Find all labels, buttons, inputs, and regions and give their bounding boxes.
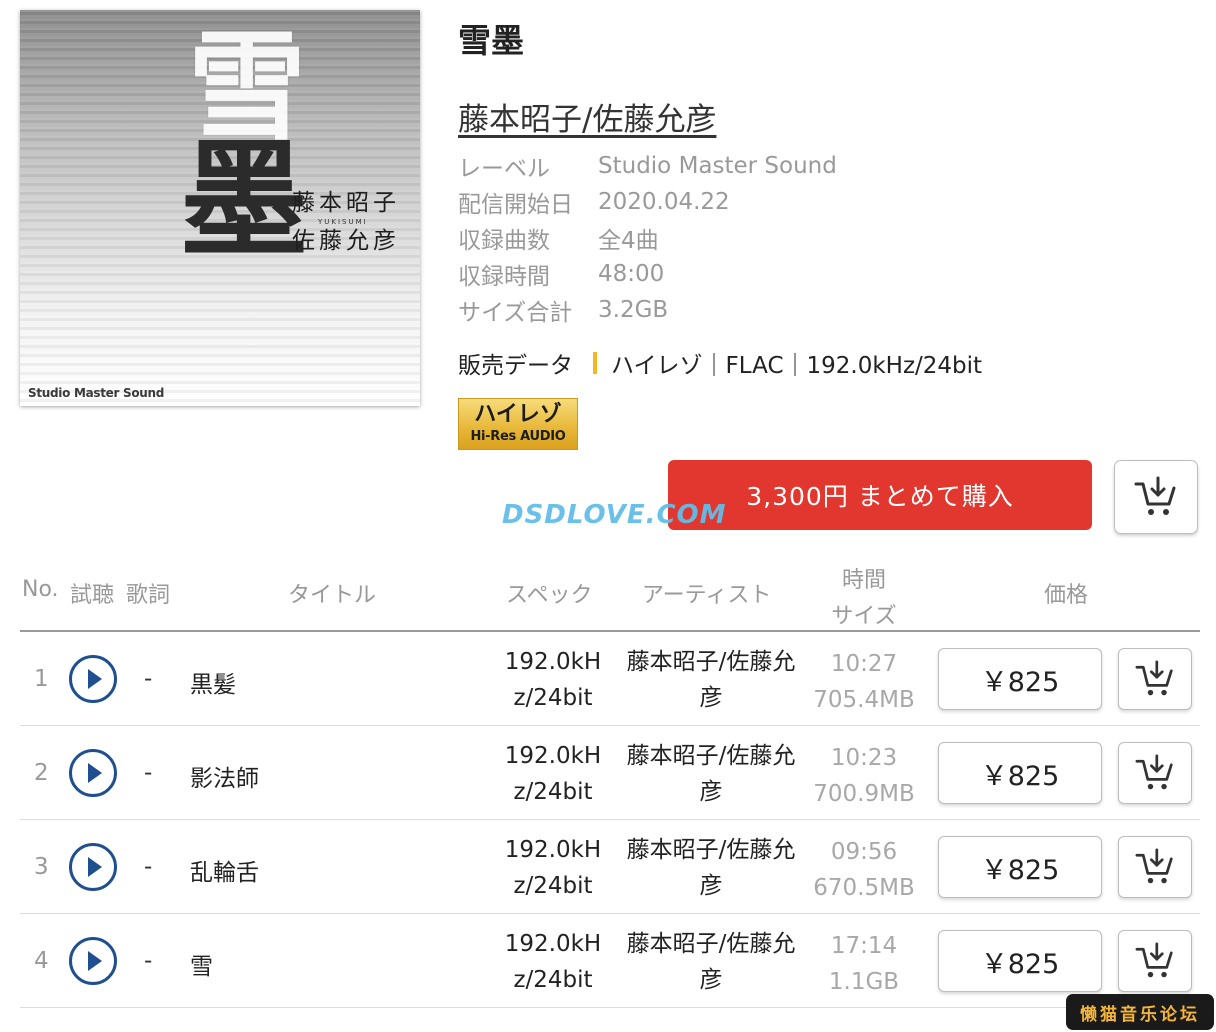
cart-download-icon [1134,476,1176,515]
track-table-header: No. 試聴 歌詞 タイトル スペック アーティスト 時間 サイズ 価格 [20,560,1200,632]
track-title: 影法師 [190,766,259,792]
sale-data-value: ハイレゾ｜FLAC｜192.0kHz/24bit [611,353,983,379]
header-size: サイズ [831,604,897,629]
track-spec: 192.0kHz/24bit [504,931,602,993]
track-cart-button[interactable] [1118,836,1192,898]
meta-key: 収録時間 [458,264,550,290]
watermark: DSDLOVE.COM [502,500,727,530]
track-number: 2 [34,760,49,786]
track-title: 雪 [190,954,213,980]
album-meta: レーベル Studio Master Sound 配信開始日 2020.04.2… [458,148,837,328]
track-lyrics: - [144,666,153,692]
play-circle-icon[interactable] [68,842,118,892]
play-circle-icon[interactable] [68,748,118,798]
meta-value: 48:00 [598,261,665,287]
track-number: 4 [34,948,49,974]
album-title: 雪墨 [458,21,524,60]
track-time: 10:23 [830,745,898,771]
track-spec: 192.0kHz/24bit [504,649,602,711]
track-time-size: 09:56 670.5MB [802,834,926,906]
meta-key: 配信開始日 [458,192,573,218]
track-time-size: 10:23 700.9MB [802,740,926,812]
header-lyrics: 歌詞 [126,583,171,608]
track-time: 10:27 [830,651,898,677]
track-artist: 藤本昭子/佐藤允彦 [626,649,796,711]
track-artist: 藤本昭子/佐藤允彦 [626,743,796,805]
meta-row-duration: 収録時間 48:00 [458,256,837,292]
sale-data: 販売データ ハイレゾ｜FLAC｜192.0kHz/24bit [458,346,982,380]
track-number: 1 [34,666,49,692]
cart-download-icon [1135,754,1173,790]
add-album-to-cart-button[interactable] [1114,460,1198,534]
meta-row-label: レーベル Studio Master Sound [458,148,837,184]
play-circle-icon[interactable] [68,654,118,704]
track-time-size: 10:27 705.4MB [802,646,926,718]
forum-watermark-badge: 懒猫音乐论坛 [1066,994,1214,1030]
cover-artist-2: 佐藤允彦 [292,228,400,254]
track-size: 670.5MB [813,875,915,901]
table-row: 1 - 黒髪 192.0kHz/24bit 藤本昭子/佐藤允彦 10:27 70… [20,632,1200,726]
track-cart-button[interactable] [1118,930,1192,992]
meta-row-total-size: サイズ合計 3.2GB [458,292,837,328]
track-price-button[interactable]: ￥825 [938,930,1102,992]
table-row: 2 - 影法師 192.0kHz/24bit 藤本昭子/佐藤允彦 10:23 7… [20,726,1200,820]
track-size: 1.1GB [828,969,900,995]
cart-download-icon [1135,942,1173,978]
play-circle-icon[interactable] [68,936,118,986]
sale-data-label: 販売データ [458,353,573,379]
buy-album-button[interactable]: 3,300円 まとめて購入 [668,460,1092,530]
meta-value: 3.2GB [598,297,669,323]
track-spec: 192.0kHz/24bit [504,743,602,805]
track-size: 705.4MB [813,687,915,713]
track-artist: 藤本昭子/佐藤允彦 [626,931,796,993]
cover-artist-1: 藤本昭子 [292,190,400,216]
table-row: 4 - 雪 192.0kHz/24bit 藤本昭子/佐藤允彦 17:14 1.1… [20,914,1200,1008]
meta-key: サイズ合計 [458,300,573,326]
track-price-button[interactable]: ￥825 [938,742,1102,804]
meta-key: レーベル [458,156,550,182]
cover-label-logo: Studio Master Sound [28,386,165,400]
track-size: 700.9MB [813,781,915,807]
meta-value: Studio Master Sound [598,153,837,179]
header-spec: スペック [506,583,593,608]
track-lyrics: - [144,760,153,786]
meta-row-release-date: 配信開始日 2020.04.22 [458,184,837,220]
cover-brush-bottom: 墨 [180,125,309,275]
header-price: 価格 [1044,583,1089,608]
track-title: 乱輪舌 [190,860,259,886]
cover-artist-names: 藤本昭子 YUKISUMI 佐藤允彦 [292,188,400,256]
track-artist: 藤本昭子/佐藤允彦 [626,837,796,899]
table-row: 3 - 乱輪舌 192.0kHz/24bit 藤本昭子/佐藤允彦 09:56 6… [20,820,1200,914]
meta-key: 収録曲数 [458,228,550,254]
track-time: 09:56 [830,839,898,865]
album-artist-link[interactable]: 藤本昭子/佐藤允彦 [458,94,716,139]
header-preview: 試聴 [70,583,115,608]
track-spec: 192.0kHz/24bit [504,837,602,899]
sale-data-divider [593,352,597,374]
header-time: 時間 [841,568,886,593]
header-title: タイトル [288,583,377,608]
cart-download-icon [1135,848,1173,884]
track-lyrics: - [144,854,153,880]
meta-value: 全4曲 [598,228,659,254]
hires-badge-en: Hi-Res AUDIO [470,429,566,444]
cover-romaji: YUKISUMI [318,218,368,226]
hires-audio-badge: ハイレゾ Hi-Res AUDIO [458,398,578,450]
track-cart-button[interactable] [1118,742,1192,804]
track-lyrics: - [144,948,153,974]
cart-download-icon [1135,660,1173,696]
header-no: No. [22,577,59,602]
track-cart-button[interactable] [1118,648,1192,710]
track-time-size: 17:14 1.1GB [802,928,926,1000]
track-number: 3 [34,854,49,880]
meta-value: 2020.04.22 [598,189,730,215]
track-price-button[interactable]: ￥825 [938,836,1102,898]
header-artist: アーティスト [642,583,772,608]
meta-row-track-count: 収録曲数 全4曲 [458,220,837,256]
track-title: 黒髪 [190,672,236,698]
track-price-button[interactable]: ￥825 [938,648,1102,710]
album-cover: 雪 墨 藤本昭子 YUKISUMI 佐藤允彦 Studio Master Sou… [20,10,420,406]
hires-badge-jp: ハイレゾ [474,402,562,427]
track-time: 17:14 [830,933,898,959]
